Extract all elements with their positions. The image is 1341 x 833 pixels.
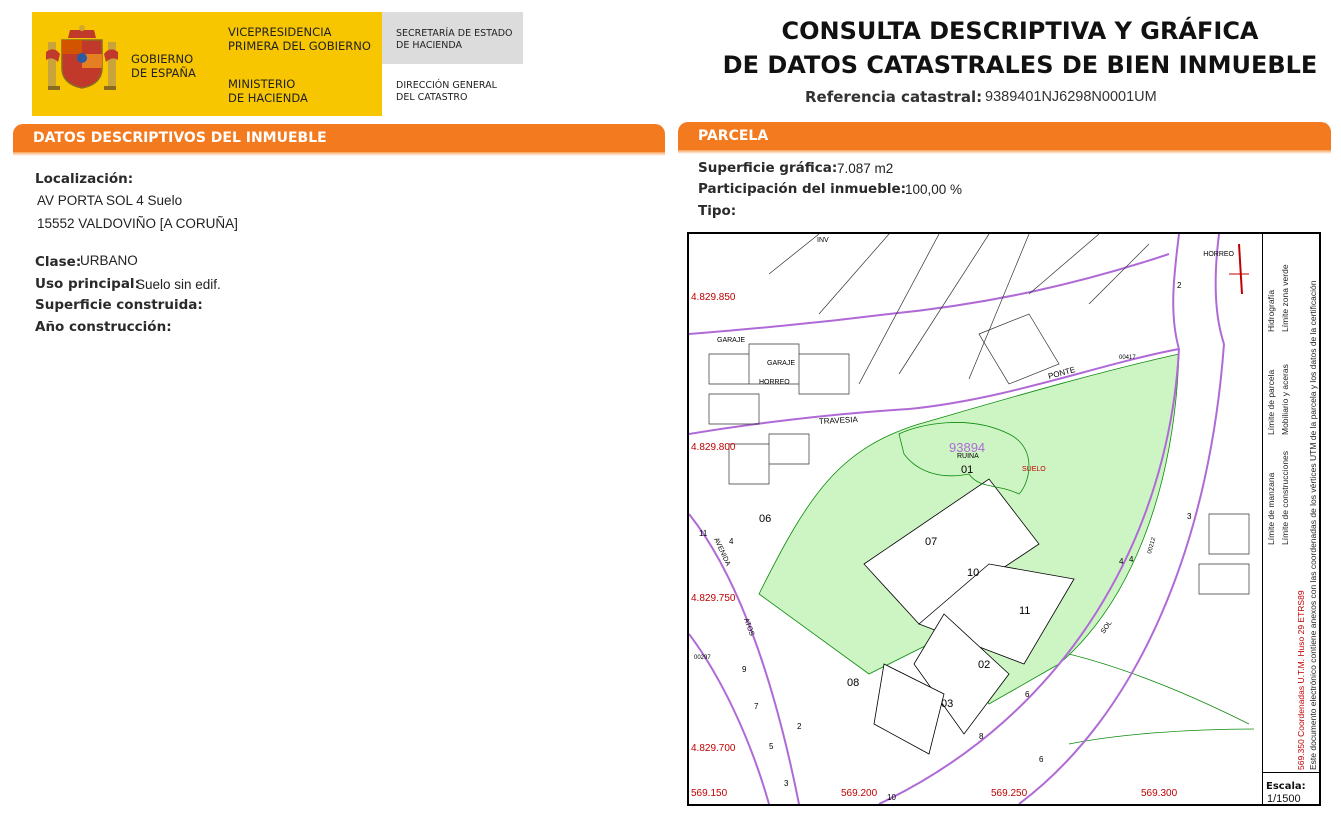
superficie-construida-label: Superficie construida: (35, 297, 203, 313)
street-number-3: 3 (1187, 512, 1192, 521)
parcel-ruina-label: RUINA (957, 453, 979, 460)
lot-number-02: 02 (978, 659, 990, 671)
coat-of-arms-icon (46, 25, 118, 90)
scale-value: 1/1500 (1267, 793, 1301, 805)
secretaria-text: SECRETARÍA DE ESTADO DE HACIENDA (396, 28, 513, 51)
ref-catastral-value: 9389401NJ6298N0001UM (985, 89, 1157, 105)
lot-number-03: 03 (941, 698, 953, 710)
legend-limite-manzana: Límite de manzana (1266, 472, 1276, 545)
uso-principal-label: Uso principal: (35, 276, 140, 292)
x-coord-3: 569.250 (991, 788, 1028, 799)
cadastral-map: TRAVESIA PONTE AVENIDA ATOS SOL GARAJE G… (689, 234, 1255, 804)
anio-construccion-label: Año construcción: (35, 319, 172, 335)
building-label-horreo-2: HORREO (1203, 251, 1234, 258)
page-title: CONSULTA DESCRIPTIVA Y GRÁFICA DE DATOS … (722, 17, 1318, 79)
street-number-1: 2 (1177, 281, 1182, 290)
legend-mobiliario: Mobiliario y aceras (1280, 364, 1290, 435)
legend-doc-note: Este documento electrónico contiene anex… (1308, 280, 1318, 771)
street-number-2: 4 (1129, 555, 1134, 564)
lot-number-06: 06 (759, 513, 771, 525)
building-label-garaje-2: GARAJE (767, 360, 795, 367)
building-label-horreo-1: HORREO (759, 379, 790, 386)
legend-limite-parcela: Límite de parcela (1266, 369, 1276, 435)
code-label-3: 00297 (694, 655, 711, 661)
superficie-grafica-label: Superficie gráfica: (698, 160, 838, 176)
street-number-5: 11 (699, 529, 708, 538)
clase-value: URBANO (80, 253, 138, 268)
street-number-13: 8 (979, 732, 984, 741)
building-label-inv: INV (817, 237, 829, 244)
ref-catastral-label: Referencia catastral: (805, 88, 983, 106)
y-coord-2: 4.829.800 (691, 442, 736, 453)
tipo-label: Tipo: (698, 203, 737, 219)
x-coord-1: 569.150 (691, 788, 728, 799)
code-label-1: 00417 (1119, 355, 1136, 361)
street-number-4: 4 (729, 537, 734, 546)
lot-number-08: 08 (847, 677, 859, 689)
lot-number-11: 11 (1019, 605, 1030, 617)
y-coord-3: 4.829.750 (691, 593, 736, 604)
building-label-garaje-1: GARAJE (717, 337, 745, 344)
participacion-label: Participación del inmueble: (698, 181, 907, 197)
legend-hidrografia: Hidrografía (1266, 289, 1276, 332)
street-number-12: 6 (1025, 690, 1030, 699)
x-coord-2: 569.200 (841, 788, 878, 799)
street-label-travesia: TRAVESIA (819, 415, 859, 426)
street-label-atos: ATOS (742, 617, 755, 637)
y-coord-4: 4.829.700 (691, 743, 736, 754)
street-number-8: 5 (769, 742, 774, 751)
legend-limite-construcciones: Límite de construcciones (1280, 450, 1290, 545)
scale-label: Escala: (1266, 781, 1306, 792)
y-coord-1: 4.829.850 (691, 292, 736, 303)
street-number-7: 7 (754, 702, 759, 711)
participacion-value: 100,00 % (905, 182, 963, 197)
street-number-6: 9 (742, 665, 747, 674)
code-label-2: 00212 (1147, 536, 1157, 554)
ministerio-text: MINISTERIO DE HACIENDA (228, 77, 308, 105)
street-label-sol: SOL (1100, 620, 1114, 636)
address-line-1: AV PORTA SOL 4 Suelo (37, 193, 183, 208)
section-bar-descriptivos: DATOS DESCRIPTIVOS DEL INMUEBLE (13, 124, 665, 156)
section-bar-parcela: PARCELA (678, 122, 1331, 154)
uso-principal-value: Suelo sin edif. (136, 277, 221, 292)
street-number-14: 10 (887, 793, 896, 802)
lot-number-07: 07 (925, 536, 937, 548)
x-coord-4: 569.300 (1141, 788, 1178, 799)
lot-number-10: 10 (967, 567, 979, 579)
address-line-2: 15552 VALDOVIÑO [A CORUÑA] (37, 216, 238, 231)
gobierno-text: GOBIERNO DE ESPAÑA (131, 52, 196, 80)
clase-label: Clase: (35, 254, 82, 270)
street-number-15: 6 (1039, 755, 1044, 764)
street-number-10: 2 (797, 722, 802, 731)
street-number-11: 4 (1119, 557, 1124, 566)
legend-zona-verde: Límite zona verde (1280, 264, 1290, 332)
street-number-9: 3 (784, 779, 789, 788)
logo-separator (214, 12, 215, 116)
direccion-text: DIRECCIÓN GENERAL DEL CATASTRO (396, 80, 497, 103)
parcel-suelo-label: SUELO (1022, 466, 1046, 473)
legend-coords-note: 569.350 Coordenadas U.T.M. Huso 29 ETRS8… (1296, 590, 1306, 770)
vicepresidencia-text: VICEPRESIDENCIA PRIMERA DEL GOBIERNO (228, 25, 371, 53)
superficie-grafica-value: 7.087 m2 (837, 161, 894, 176)
lot-number-01: 01 (961, 464, 973, 476)
localizacion-label: Localización: (35, 171, 134, 187)
